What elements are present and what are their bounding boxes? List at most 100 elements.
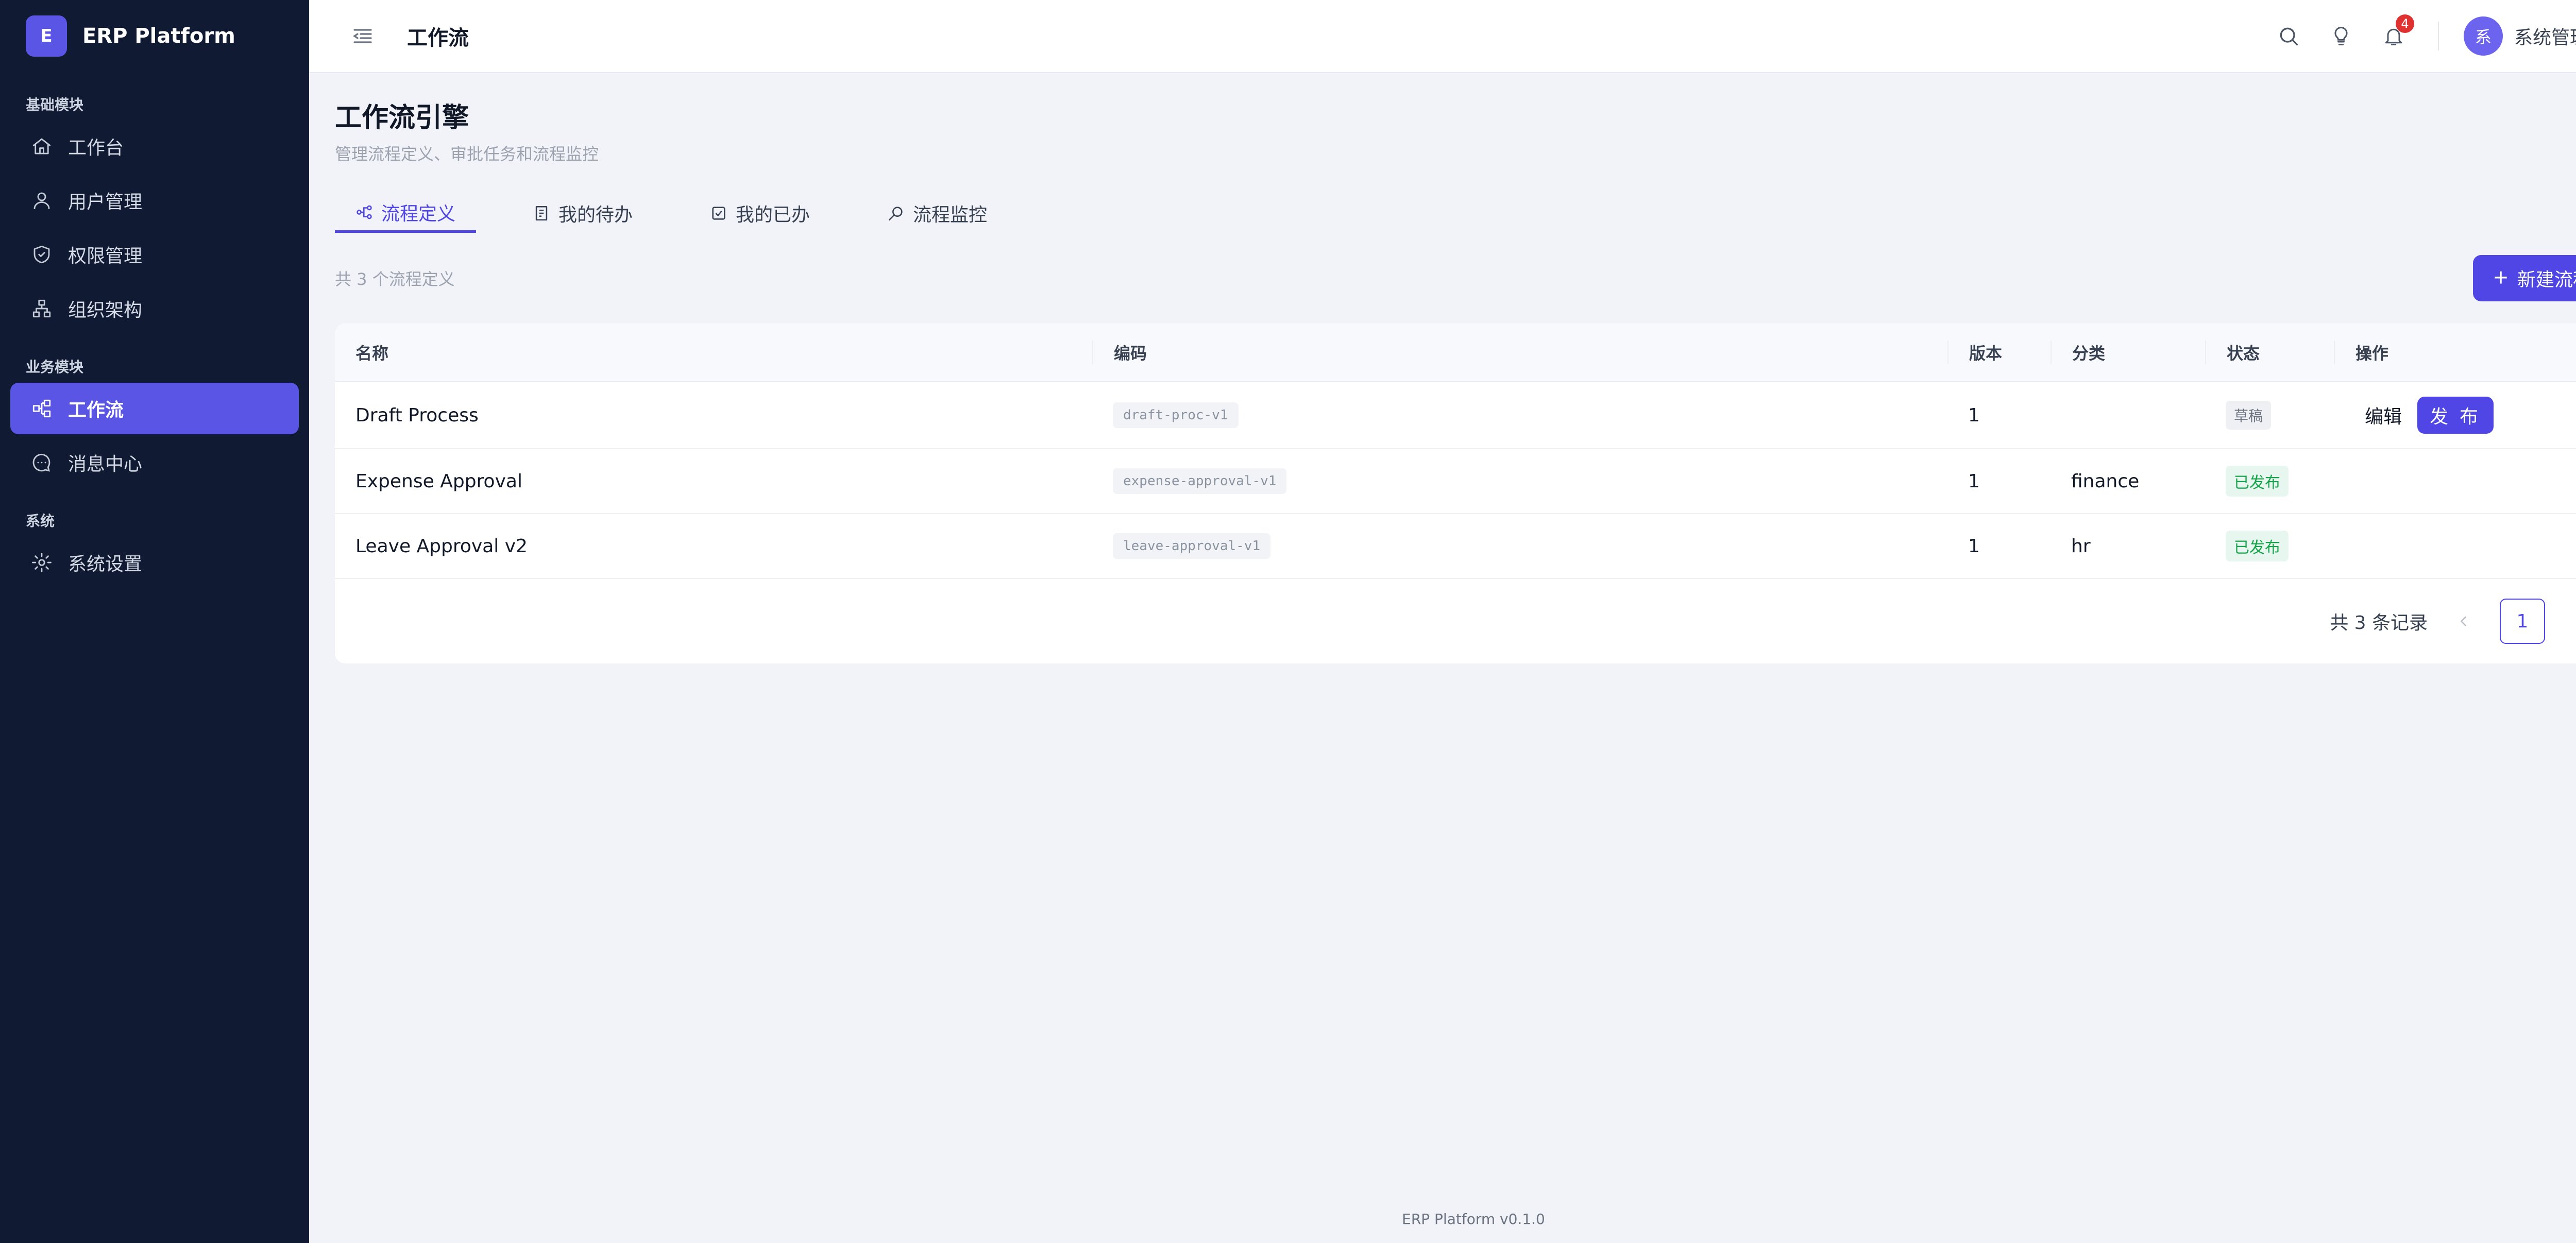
tab-definitions[interactable]: 流程定义 — [335, 194, 477, 233]
tab-label: 我的已办 — [736, 205, 810, 226]
lightbulb-icon — [2334, 27, 2348, 45]
page-number-button[interactable]: 1 — [2500, 599, 2545, 644]
pagination-total: 共 3 条记录 — [2330, 612, 2428, 634]
chevron-right-icon — [2574, 614, 2576, 628]
cell-status: 已发布 — [2205, 466, 2334, 497]
home-icon — [32, 138, 51, 155]
workflow-icon — [357, 205, 372, 219]
topbar-title: 工作流 — [407, 26, 469, 50]
table-header: 名称 编码 版本 分类 状态 操作 — [335, 323, 2576, 383]
tips-button[interactable] — [2330, 25, 2352, 47]
tab-my-todo[interactable]: 我的待办 — [512, 194, 653, 233]
cell-name: Draft Process — [355, 404, 479, 426]
publish-button[interactable]: 发 布 — [2417, 397, 2494, 434]
code-tag: leave-approval-v1 — [1113, 533, 1271, 559]
sidebar-item-messages[interactable]: 消息中心 — [10, 437, 299, 488]
column-header-actions: 操作 — [2334, 340, 2576, 365]
sidebar-item-settings[interactable]: 系统设置 — [10, 537, 299, 588]
sidebar-item-label: 工作流 — [68, 400, 124, 421]
nav-group-business: 业务模块 — [26, 359, 84, 376]
column-header-version: 版本 — [1947, 340, 2050, 365]
edit-button[interactable]: 编辑 — [2365, 402, 2402, 429]
search-icon — [2280, 27, 2298, 46]
pagination: 共 3 条记录 1 — [2330, 598, 2576, 645]
column-header-code: 编码 — [1092, 340, 1947, 365]
main-area: 工作流 4 系 系统管理员 工作流引擎 管理流程定义、审批任务和流程监控 — [309, 0, 2576, 1243]
brand-logo: E — [26, 15, 67, 57]
next-page-button[interactable] — [2571, 611, 2576, 632]
code-tag: expense-approval-v1 — [1113, 468, 1287, 495]
page-subtitle: 管理流程定义、审批任务和流程监控 — [335, 144, 599, 164]
user-name[interactable]: 系统管理员 — [2514, 23, 2576, 49]
done-icon — [712, 207, 725, 220]
cell-code: draft-proc-v1 — [1092, 402, 1947, 429]
cell-category: finance — [2071, 470, 2140, 492]
cell-version: 1 — [1968, 535, 1980, 557]
tab-my-done[interactable]: 我的已办 — [689, 194, 831, 233]
process-table: 名称 编码 版本 分类 状态 操作 Draft Process draft-pr… — [335, 323, 2576, 664]
sidebar-item-label: 工作台 — [68, 138, 124, 159]
table-row[interactable]: Draft Process draft-proc-v1 1 草稿 编辑 发 布 — [335, 382, 2576, 450]
tab-monitor[interactable]: 流程监控 — [867, 194, 1008, 233]
cell-code: expense-approval-v1 — [1092, 468, 1947, 495]
footer: ERP Platform v0.1.0 — [1402, 1211, 1545, 1228]
status-badge: 草稿 — [2226, 401, 2272, 430]
prev-page-button[interactable] — [2453, 611, 2474, 632]
search-button[interactable] — [2277, 25, 2300, 47]
column-header-name: 名称 — [355, 344, 389, 364]
app-root: E ERP Platform 基础模块 工作台 用户管理 权限管理 组织架构 业… — [0, 0, 2576, 1243]
sidebar-item-permissions[interactable]: 权限管理 — [10, 229, 299, 280]
cell-status: 草稿 — [2205, 401, 2334, 430]
nav-group-system: 系统 — [26, 513, 55, 530]
org-chart-icon — [32, 299, 51, 318]
list-toolbar: 共 3 个流程定义 + 新建流程 — [335, 253, 2576, 303]
status-badge: 已发布 — [2226, 466, 2289, 497]
topbar-actions: 4 系 系统管理员 — [2247, 0, 2576, 72]
nav-group-basic: 基础模块 — [26, 96, 84, 113]
chevron-left-icon — [2460, 616, 2466, 626]
topbar-divider — [2437, 22, 2439, 50]
monitor-icon — [889, 207, 903, 221]
topbar: 工作流 4 系 系统管理员 — [309, 0, 2576, 73]
sidebar-item-label: 系统设置 — [68, 554, 143, 575]
gear-icon — [32, 553, 52, 572]
cell-version: 1 — [1968, 404, 1980, 426]
notifications-button[interactable]: 4 — [2382, 14, 2414, 47]
code-tag: draft-proc-v1 — [1113, 402, 1239, 429]
status-badge: 已发布 — [2226, 531, 2289, 562]
tab-label: 流程定义 — [381, 203, 456, 225]
column-header-category: 分类 — [2050, 340, 2205, 365]
cell-code: leave-approval-v1 — [1092, 533, 1947, 559]
message-icon — [32, 453, 50, 472]
user-icon — [33, 192, 50, 210]
sidebar-item-label: 消息中心 — [68, 454, 143, 475]
cell-category: hr — [2071, 535, 2091, 557]
sidebar-item-users[interactable]: 用户管理 — [10, 175, 299, 226]
page-title: 工作流引擎 — [335, 103, 469, 133]
table-row[interactable]: Leave Approval v2 leave-approval-v1 1 hr… — [335, 514, 2576, 580]
tab-label: 流程监控 — [913, 205, 988, 226]
brand[interactable]: E ERP Platform — [0, 0, 309, 72]
tabs: 流程定义 我的待办 我的已办 流程监控 — [335, 194, 2576, 233]
sidebar: E ERP Platform 基础模块 工作台 用户管理 权限管理 组织架构 业… — [0, 0, 309, 1243]
sidebar-item-workflow[interactable]: 工作流 — [10, 383, 299, 434]
sidebar-item-dashboard[interactable]: 工作台 — [10, 121, 299, 172]
table-row[interactable]: Expense Approval expense-approval-v1 1 f… — [335, 449, 2576, 515]
cell-actions: 编辑 发 布 — [2334, 397, 2576, 434]
todo-icon — [535, 206, 548, 221]
workflow-icon — [32, 399, 51, 418]
page-content: 工作流引擎 管理流程定义、审批任务和流程监控 流程定义 我的待办 我的已办 流程… — [309, 102, 2576, 664]
menu-collapse-icon — [353, 29, 372, 43]
cell-status: 已发布 — [2205, 531, 2334, 562]
new-process-button[interactable]: + 新建流程 — [2472, 255, 2576, 302]
sidebar-item-organization[interactable]: 组织架构 — [10, 283, 299, 334]
shield-icon — [33, 245, 50, 264]
new-process-label: 新建流程 — [2517, 269, 2576, 291]
sidebar-item-label: 组织架构 — [68, 300, 143, 321]
sidebar-item-label: 用户管理 — [68, 192, 143, 213]
avatar[interactable]: 系 — [2463, 16, 2503, 56]
menu-toggle-button[interactable] — [350, 24, 375, 48]
column-header-status: 状态 — [2205, 340, 2334, 365]
cell-version: 1 — [1968, 470, 1980, 492]
sidebar-item-label: 权限管理 — [68, 246, 143, 267]
